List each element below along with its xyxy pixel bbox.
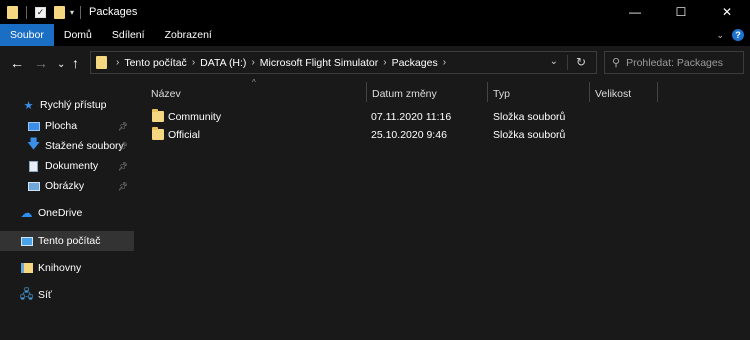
quick-access-toolbar: ✓ ▾ Packages (0, 0, 137, 24)
network-icon: 🖧 (19, 286, 34, 301)
search-box[interactable]: ⚲ (604, 51, 744, 74)
recent-locations-chevron-icon[interactable]: ⌄ (57, 57, 65, 73)
forward-button[interactable]: → (34, 55, 48, 71)
title-bar: ✓ ▾ Packages — ☐ ✕ (0, 0, 750, 24)
file-date: 07.11.2020 11:16 (371, 111, 452, 123)
breadcrumb-item[interactable]: Microsoft Flight Simulator (260, 57, 378, 69)
tab-soubor[interactable]: Soubor (0, 24, 54, 46)
sidebar-item-pictures[interactable]: Obrázky 📌︎ (0, 176, 134, 196)
search-icon: ⚲ (612, 57, 621, 69)
close-button[interactable]: ✕ (704, 0, 750, 24)
folder-icon (152, 109, 164, 122)
column-header-type[interactable]: Typ (488, 84, 588, 104)
chevron-right-icon[interactable]: › (443, 57, 446, 68)
back-button[interactable]: ← (10, 55, 24, 71)
address-bar[interactable]: › Tento počítač › DATA (H:) › Microsoft … (90, 51, 597, 74)
window-controls: — ☐ ✕ (612, 0, 750, 24)
address-history-chevron-icon[interactable]: ⌄ (550, 56, 558, 67)
divider (567, 55, 568, 70)
computer-icon (20, 236, 33, 247)
ribbon-controls: ⌄ ? (716, 24, 744, 46)
new-folder-icon[interactable] (54, 5, 65, 19)
pin-icon[interactable]: 📌︎ (118, 162, 128, 171)
pin-icon[interactable]: 📌︎ (118, 122, 128, 131)
desktop-icon (27, 121, 40, 132)
address-row: ← → ⌄ ↑ › Tento počítač › DATA (H:) › Mi… (0, 46, 750, 80)
help-icon[interactable]: ? (732, 29, 744, 41)
breadcrumb-item[interactable]: DATA (H:) (200, 57, 246, 69)
chevron-right-icon[interactable]: › (251, 57, 254, 68)
search-input[interactable] (626, 56, 737, 69)
up-button[interactable]: ↑ (72, 55, 79, 71)
expand-ribbon-chevron-icon[interactable]: ⌄ (716, 30, 724, 41)
document-icon (27, 160, 40, 172)
tab-sdileni[interactable]: Sdílení (102, 24, 155, 46)
cloud-icon: ☁ (20, 206, 33, 220)
column-header-name[interactable]: Název (146, 84, 364, 104)
file-name: Community (168, 111, 222, 123)
file-date: 25.10.2020 9:46 (371, 129, 447, 141)
library-icon (20, 263, 33, 274)
file-type: Složka souborů (493, 111, 566, 123)
table-row[interactable]: Community 07.11.2020 11:16 Složka soubor… (148, 108, 588, 126)
tab-domu[interactable]: Domů (54, 24, 102, 46)
breadcrumb-item[interactable]: Tento počítač (124, 57, 186, 69)
chevron-right-icon[interactable]: › (116, 57, 119, 68)
sidebar-item-libraries[interactable]: Knihovny (0, 258, 134, 278)
properties-icon[interactable]: ✓ (35, 6, 46, 18)
sidebar-item-quick-access[interactable]: ★ Rychlý přístup (0, 95, 134, 115)
folder-icon (96, 56, 107, 69)
breadcrumb-item[interactable]: Packages (392, 57, 438, 69)
navigation-pane: ★ Rychlý přístup Plocha 📌︎ 🡇 Stažené sou… (0, 80, 136, 340)
ribbon-tabs: Soubor Domů Sdílení Zobrazení ⌄ ? (0, 24, 750, 46)
maximize-button[interactable]: ☐ (658, 0, 704, 24)
sidebar-item-this-pc[interactable]: Tento počítač (0, 231, 134, 251)
refresh-icon[interactable]: ↻ (576, 55, 586, 69)
sidebar-item-label: Dokumenty (45, 160, 99, 172)
sidebar-item-network[interactable]: 🖧 Síť (0, 285, 134, 305)
divider (26, 5, 27, 19)
download-icon: 🡇 (26, 136, 41, 151)
column-divider[interactable] (657, 82, 658, 102)
sidebar-item-label: Síť (38, 289, 52, 301)
pin-icon[interactable]: 📌︎ (118, 142, 128, 151)
file-type: Složka souborů (493, 129, 566, 141)
folder-icon (152, 127, 164, 140)
sidebar-item-documents[interactable]: Dokumenty 📌︎ (0, 156, 134, 176)
sidebar-item-downloads[interactable]: 🡇 Stažené soubory 📌︎ (0, 136, 134, 156)
chevron-right-icon[interactable]: › (383, 57, 386, 68)
pictures-icon (27, 181, 40, 192)
file-name: Official (168, 129, 200, 141)
sidebar-item-label: Rychlý přístup (40, 99, 107, 111)
column-header-size[interactable]: Velikost (590, 84, 656, 104)
folder-icon[interactable] (7, 5, 18, 19)
sidebar-item-label: Stažené soubory (45, 140, 124, 152)
sidebar-item-desktop[interactable]: Plocha 📌︎ (0, 116, 134, 136)
file-list: ^ Název Datum změny Typ Velikost Communi… (136, 78, 750, 340)
column-header-date[interactable]: Datum změny (367, 84, 485, 104)
pin-icon[interactable]: 📌︎ (118, 182, 128, 191)
divider (80, 5, 82, 19)
tab-zobrazeni[interactable]: Zobrazení (155, 24, 222, 46)
sidebar-item-label: Plocha (45, 120, 78, 132)
window-title: Packages (89, 6, 138, 18)
chevron-right-icon[interactable]: › (192, 57, 195, 68)
minimize-button[interactable]: — (612, 0, 658, 24)
customize-toolbar-chevron-icon[interactable]: ▾ (70, 8, 74, 17)
sidebar-item-label: Obrázky (45, 180, 85, 192)
sidebar-item-onedrive[interactable]: ☁ OneDrive (0, 203, 134, 223)
star-icon: ★ (23, 99, 34, 112)
sidebar-item-label: Tento počítač (38, 235, 101, 247)
table-row[interactable]: Official 25.10.2020 9:46 Složka souborů (148, 126, 588, 144)
sidebar-item-label: OneDrive (38, 207, 83, 219)
sidebar-item-label: Knihovny (38, 262, 82, 274)
